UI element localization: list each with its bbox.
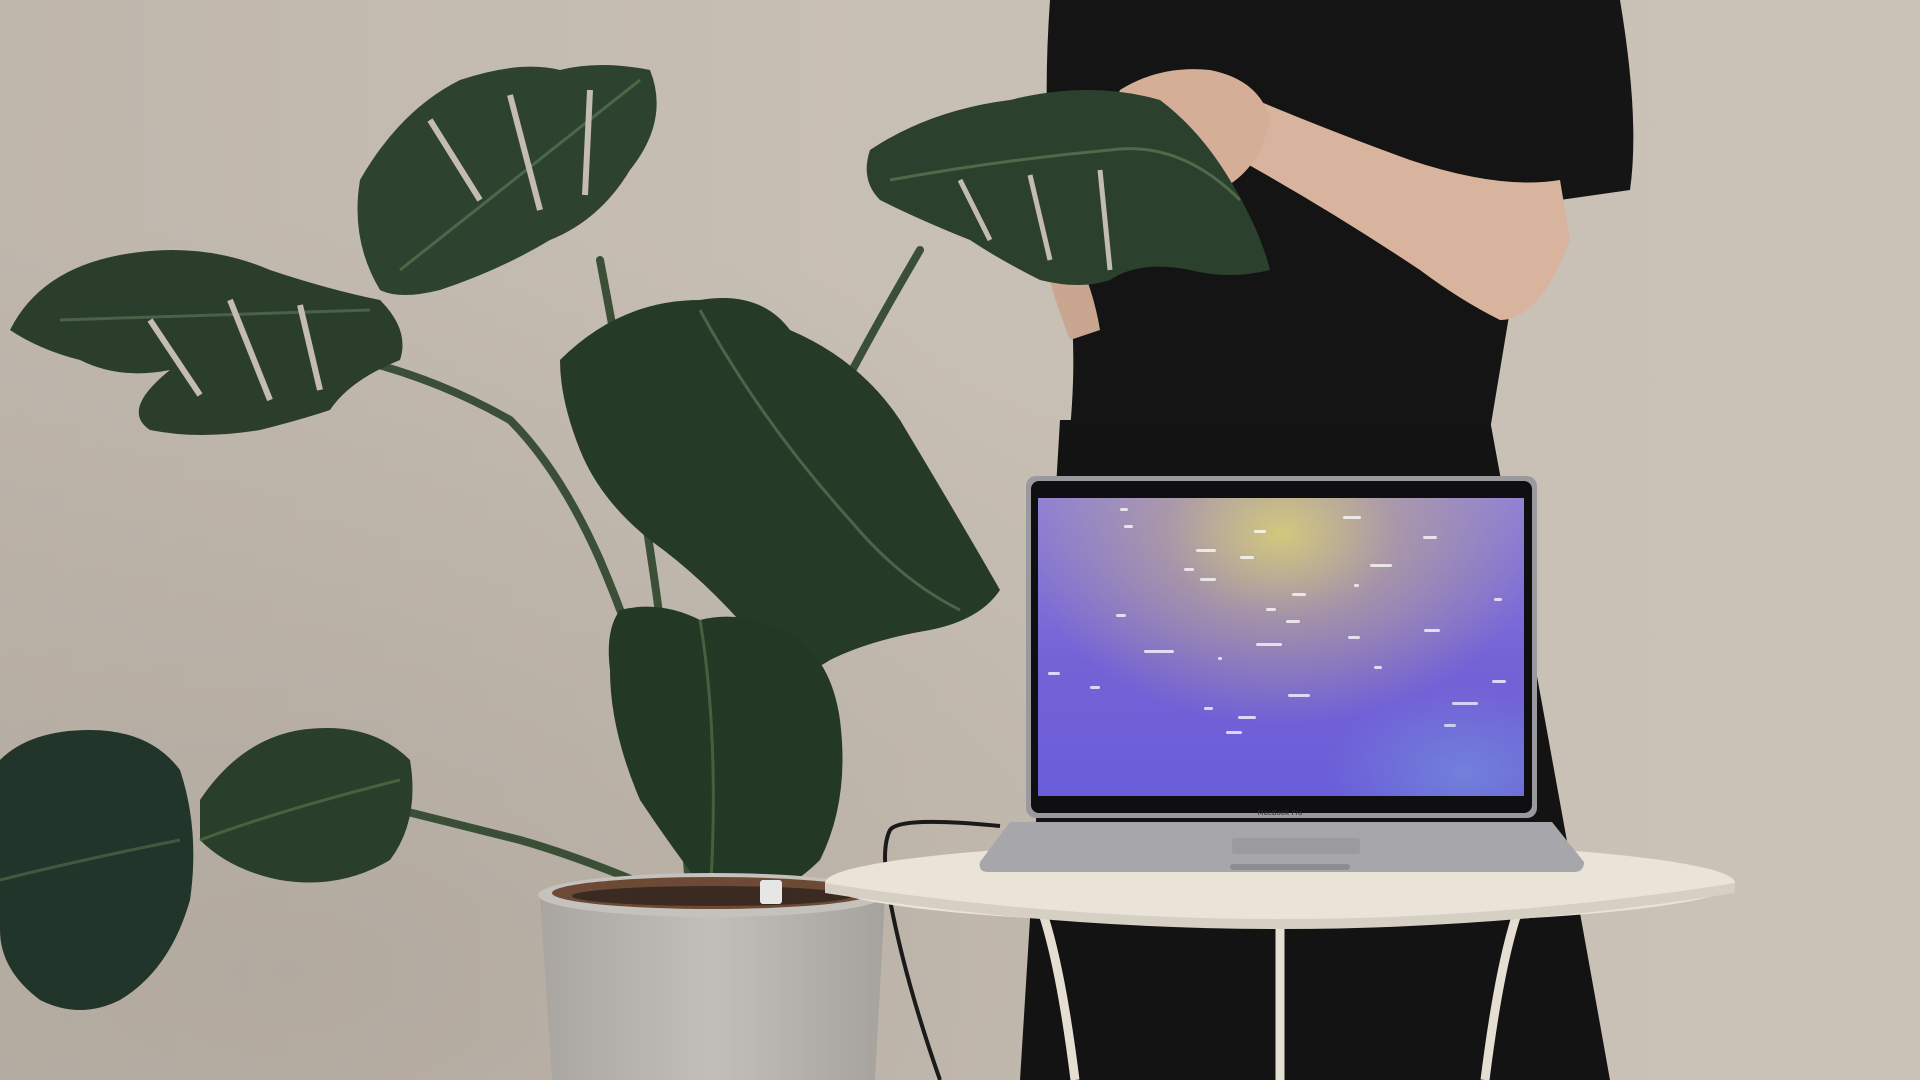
screen-word <box>1288 694 1310 697</box>
screen-word <box>1286 620 1300 623</box>
screen-word <box>1292 593 1306 596</box>
screen-word <box>1238 716 1256 719</box>
screen-word <box>1226 731 1242 734</box>
screen-word <box>1354 584 1359 587</box>
screen-word <box>1266 608 1276 611</box>
screen-word <box>1144 650 1174 653</box>
screen-word <box>1256 643 1282 646</box>
screen-word <box>1124 525 1133 528</box>
screen-word <box>1343 516 1361 519</box>
screen-word <box>1048 672 1060 675</box>
screen-word <box>1116 614 1126 617</box>
screen-word <box>1196 549 1216 552</box>
photo-scene: MacBook Pro <box>0 0 1920 1080</box>
screen-word <box>1348 636 1360 639</box>
screen-word <box>1204 707 1213 710</box>
screen-word <box>1254 530 1266 533</box>
laptop-trackpad <box>1232 838 1360 854</box>
screen-word <box>1240 556 1254 559</box>
laptop-brand-label: MacBook Pro <box>1257 809 1303 817</box>
screen-word <box>1218 657 1222 660</box>
screen-word <box>1200 578 1216 581</box>
screen-word <box>1090 686 1100 689</box>
screen-word <box>1120 508 1128 511</box>
screen-word <box>1184 568 1194 571</box>
screen-word <box>1492 680 1506 683</box>
screen-word <box>1444 724 1456 727</box>
screen-word <box>1423 536 1437 539</box>
screen-word <box>1494 598 1502 601</box>
screen-word <box>1452 702 1478 705</box>
screen-word <box>1424 629 1440 632</box>
screen-word <box>1370 564 1392 567</box>
laptop-icon <box>979 476 1584 872</box>
laptop-screen <box>1038 498 1524 796</box>
screen-word <box>1374 666 1382 669</box>
